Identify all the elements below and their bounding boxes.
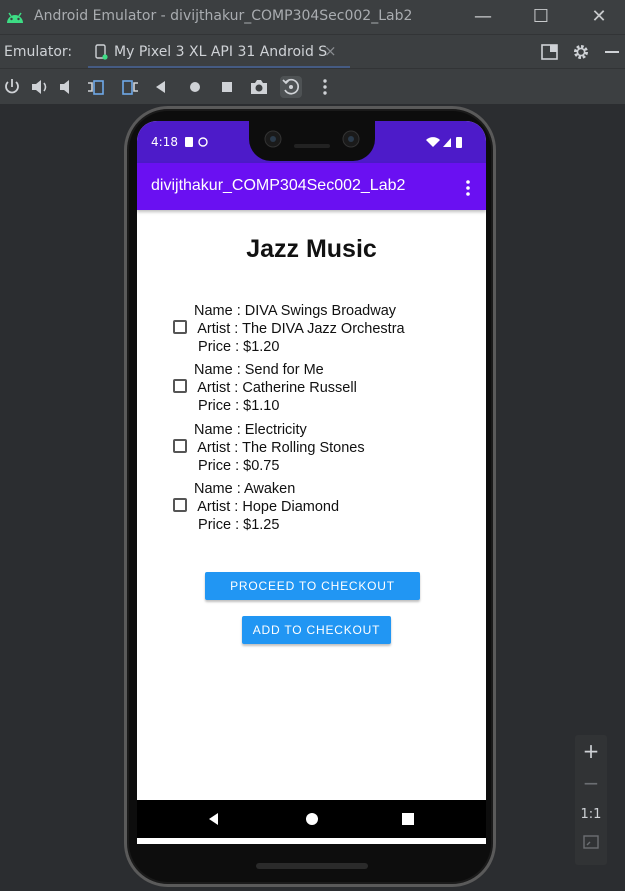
nav-home-icon[interactable] — [303, 810, 321, 828]
add-to-checkout-button[interactable]: ADD TO CHECKOUT — [242, 616, 391, 644]
window-mode-icon[interactable] — [539, 42, 561, 62]
android-navigation-bar — [137, 800, 486, 838]
android-icon — [7, 12, 23, 23]
tab-device[interactable]: My Pixel 3 XL API 31 Android S × — [88, 35, 350, 69]
close-window-button[interactable]: ✕ — [584, 4, 614, 30]
album-checkbox[interactable] — [173, 320, 187, 334]
nav-recents-icon[interactable] — [399, 810, 417, 828]
album-item[interactable]: Name : DIVA Swings Broadway Artist : The… — [173, 302, 473, 358]
album-item[interactable]: Name : Send for Me Artist : Catherine Ru… — [173, 361, 473, 417]
zoom-fit-icon[interactable] — [582, 833, 600, 851]
rotate-right-icon[interactable] — [119, 76, 141, 98]
back-icon[interactable] — [150, 76, 172, 98]
power-icon[interactable] — [1, 76, 23, 98]
more-options-icon[interactable] — [314, 76, 336, 98]
status-signal-icons — [426, 137, 462, 148]
album-details: Name : Electricity Artist : The Rolling … — [194, 421, 365, 475]
snapshot-icon[interactable] — [280, 76, 302, 98]
device-icon — [95, 44, 108, 60]
app-title: divijthakur_COMP304Sec002_Lab2 — [151, 177, 406, 194]
album-details: Name : Send for Me Artist : Catherine Ru… — [194, 361, 357, 415]
camera-icon[interactable] — [248, 76, 270, 98]
front-camera-icon — [264, 130, 360, 148]
window-title: Android Emulator - divijthakur_COMP304Se… — [34, 8, 413, 24]
album-artist: Artist : Hope Diamond — [194, 499, 340, 515]
app-bar: divijthakur_COMP304Sec002_Lab2 — [137, 163, 486, 210]
status-notification-icons — [185, 137, 208, 147]
album-artist: Artist : Catherine Russell — [194, 380, 357, 396]
album-item[interactable]: Name : Awaken Artist : Hope Diamond Pric… — [173, 480, 473, 536]
maximize-button[interactable]: ☐ — [526, 4, 556, 30]
album-details: Name : DIVA Swings Broadway Artist : The… — [194, 302, 405, 356]
album-details: Name : Awaken Artist : Hope Diamond Pric… — [194, 480, 339, 534]
page-title: Jazz Music — [246, 235, 377, 263]
zoom-actual-size-button[interactable]: 1:1 — [575, 799, 607, 831]
album-name: Name : Electricity — [194, 422, 307, 438]
hide-panel-icon[interactable] — [601, 42, 623, 62]
minimize-button[interactable]: — — [468, 4, 498, 30]
nav-back-icon[interactable] — [205, 810, 223, 828]
window-title-bar: Android Emulator - divijthakur_COMP304Se… — [0, 0, 625, 34]
rotate-left-icon[interactable] — [85, 76, 107, 98]
zoom-panel: + − 1:1 — [575, 735, 607, 865]
album-checkbox[interactable] — [173, 498, 187, 512]
camera-notch — [249, 121, 375, 161]
album-price: Price : $1.20 — [194, 339, 280, 355]
zoom-in-button[interactable]: + — [575, 735, 607, 767]
volume-down-icon[interactable] — [56, 76, 78, 98]
tab-close-button[interactable]: × — [324, 42, 337, 60]
overflow-menu-icon[interactable] — [463, 179, 473, 197]
album-item[interactable]: Name : Electricity Artist : The Rolling … — [173, 421, 473, 477]
album-price: Price : $1.25 — [194, 517, 280, 533]
album-name: Name : Awaken — [194, 481, 296, 497]
album-name: Name : Send for Me — [194, 362, 324, 378]
album-price: Price : $1.10 — [194, 398, 280, 414]
bottom-speaker — [256, 863, 368, 869]
overview-icon[interactable] — [216, 76, 238, 98]
gear-icon[interactable] — [570, 42, 592, 62]
album-checkbox[interactable] — [173, 439, 187, 453]
album-checkbox[interactable] — [173, 379, 187, 393]
volume-up-icon[interactable] — [29, 76, 51, 98]
album-artist: Artist : The Rolling Stones — [194, 440, 365, 456]
album-artist: Artist : The DIVA Jazz Orchestra — [194, 321, 405, 337]
status-time: 4:18 — [151, 135, 178, 149]
zoom-out-button[interactable]: − — [575, 767, 607, 799]
proceed-to-checkout-button[interactable]: PROCEED TO CHECKOUT — [205, 572, 420, 600]
album-price: Price : $0.75 — [194, 458, 280, 474]
status-bar: 4:18 — [137, 121, 486, 163]
emulator-toolbar — [0, 68, 625, 104]
album-name: Name : DIVA Swings Broadway — [194, 303, 397, 319]
tab-device-label: My Pixel 3 XL API 31 Android S — [114, 44, 328, 60]
emulator-tab-bar: Emulator: My Pixel 3 XL API 31 Android S… — [0, 34, 625, 69]
emulator-label: Emulator: — [4, 44, 73, 60]
device-screen: 4:18 divijthakur_COMP304Sec002_Lab2 Jazz… — [137, 121, 486, 844]
home-icon[interactable] — [184, 76, 206, 98]
